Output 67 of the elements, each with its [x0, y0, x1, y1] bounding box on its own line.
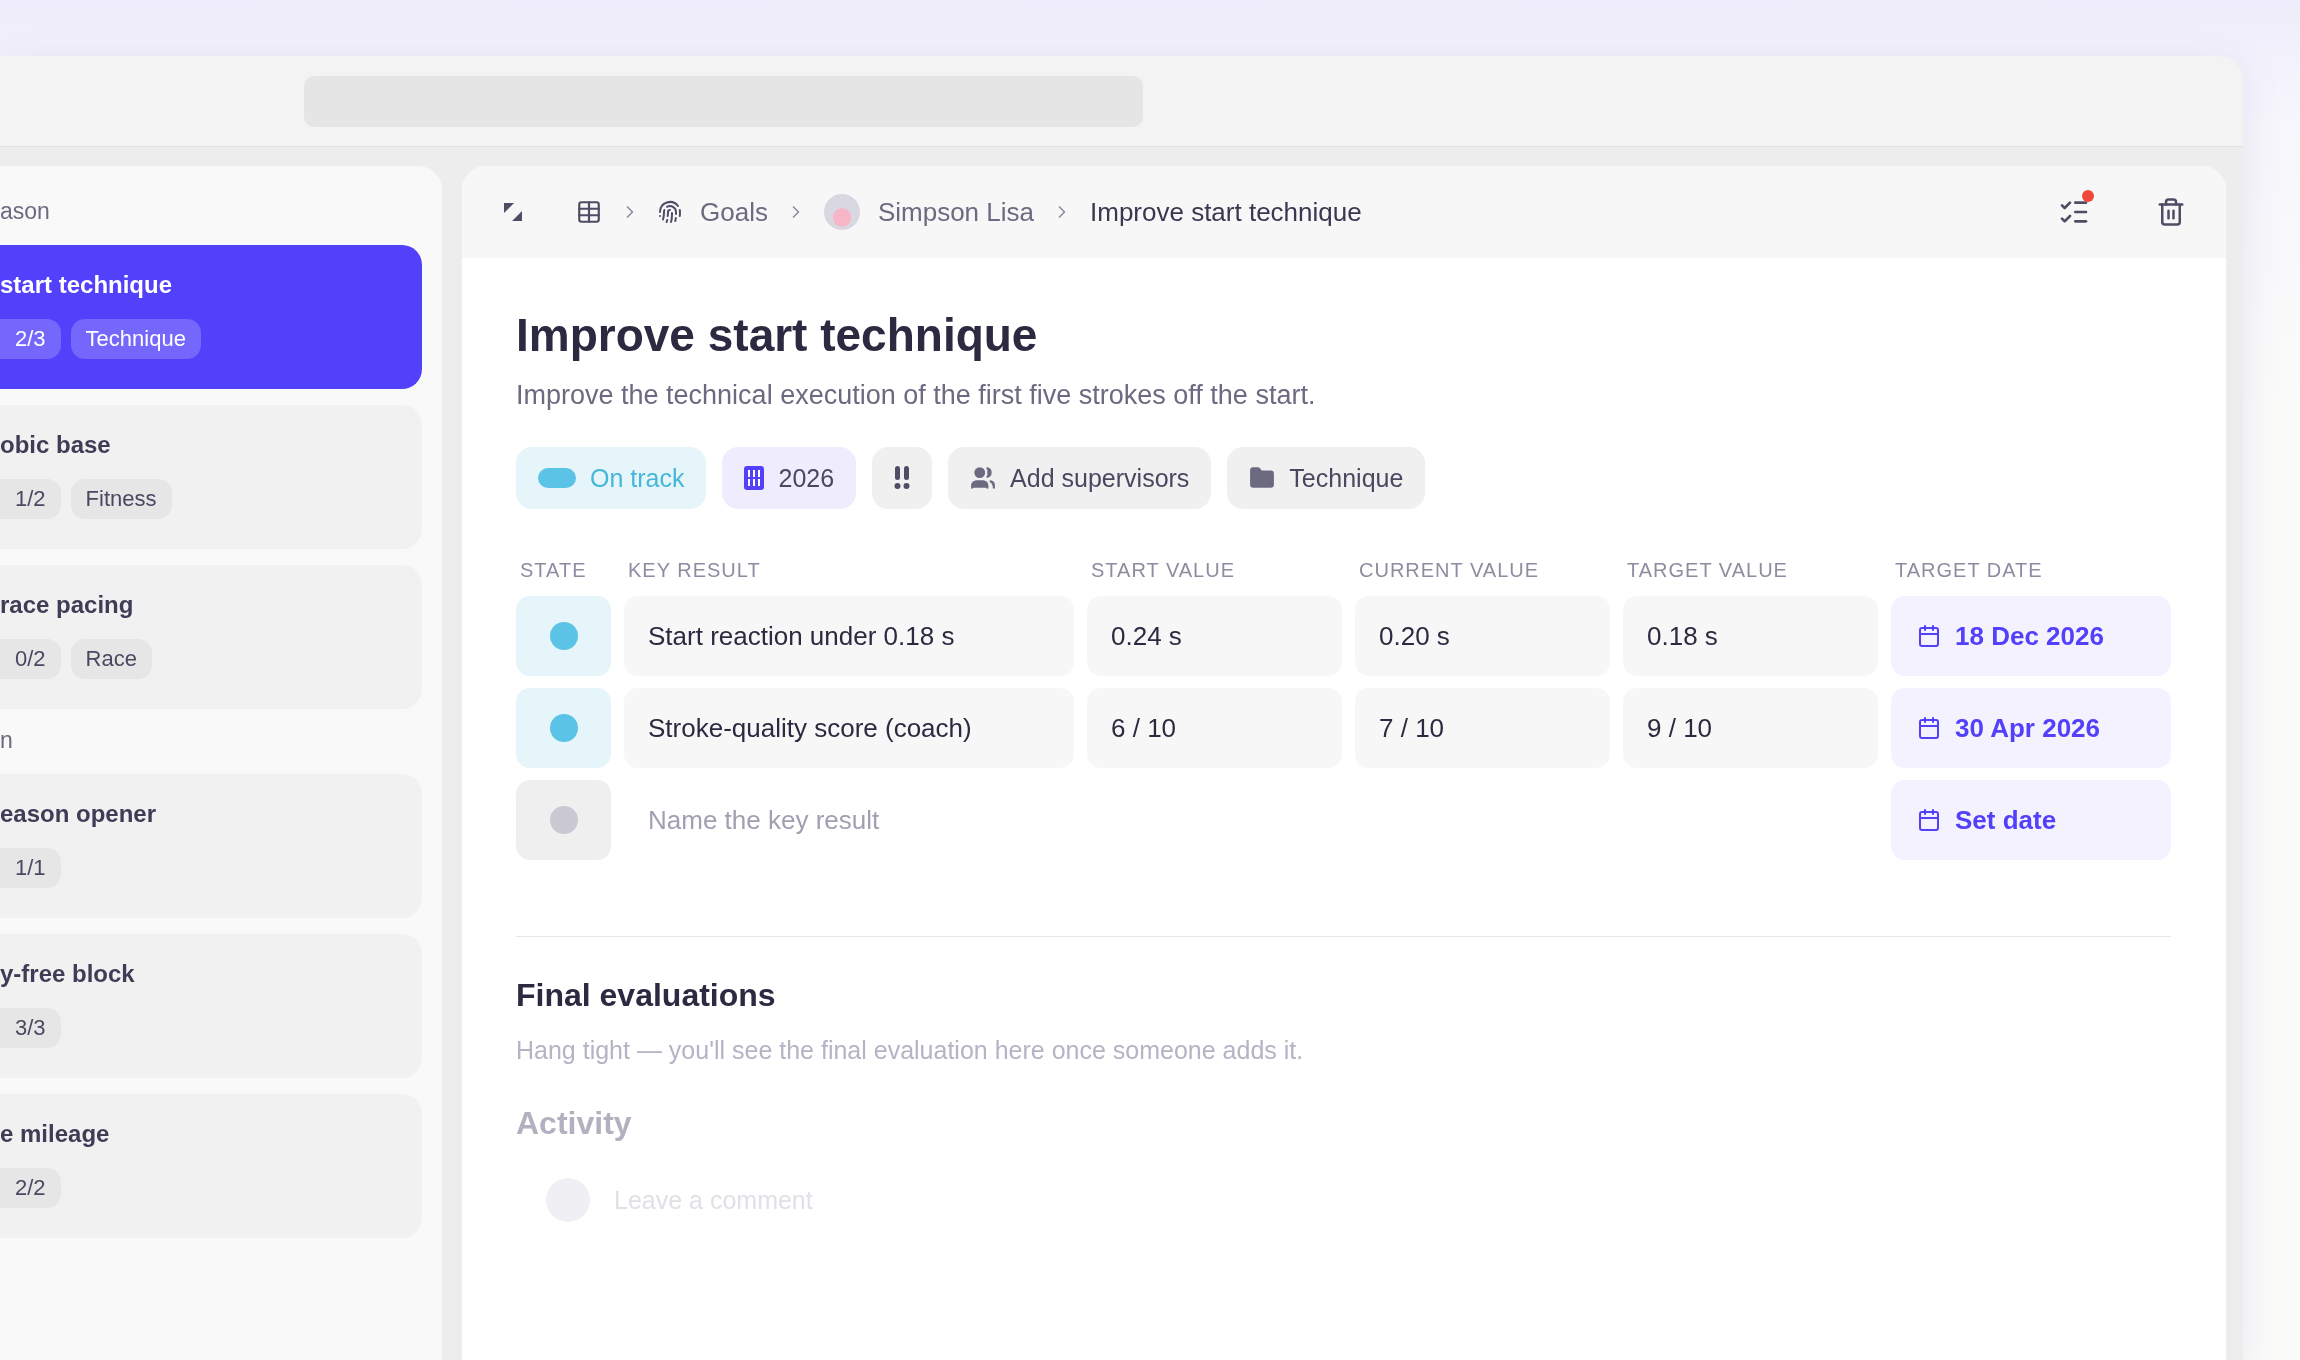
collapse-icon[interactable] [502, 201, 524, 223]
column-header: KEY RESULT [627, 559, 762, 582]
goal-tag: Technique [70, 319, 201, 359]
folder-icon [1249, 465, 1276, 491]
table-icon[interactable] [576, 199, 602, 225]
date-button[interactable]: 30 Apr 2026 [1891, 688, 2171, 768]
start-value[interactable]: 0.24 s [1087, 596, 1342, 676]
progress-count: 1/1 [0, 848, 61, 888]
column-header: STATE [519, 559, 588, 582]
priority-chip[interactable] [872, 447, 933, 509]
calendar-grid-icon [744, 466, 765, 490]
goal-card[interactable]: start technique 2/3 Technique [0, 245, 422, 389]
breadcrumb-link[interactable]: Improve start technique [1090, 196, 1362, 228]
delete-icon[interactable] [2156, 197, 2186, 227]
goal-title: race pacing [0, 591, 135, 619]
key-result-name[interactable]: Stroke-quality score (coach) [624, 688, 1074, 768]
category-chip[interactable]: Technique [1227, 447, 1426, 509]
goal-tag: Fitness [70, 479, 172, 519]
goal-description: Improve the technical execution of the first five strokes off the start. [516, 380, 1317, 411]
date-button[interactable]: Set date [1891, 780, 2171, 860]
section-label: ason [0, 197, 51, 226]
section-heading: Final evaluations [516, 977, 777, 1014]
section-label: n [0, 726, 14, 755]
goal-card[interactable]: obic base 1/2 Fitness [0, 405, 422, 549]
column-header: START VALUE [1090, 559, 1236, 582]
column-header: CURRENT VALUE [1358, 559, 1541, 582]
goal-title: e mileage [0, 1120, 111, 1148]
start-value[interactable]: 6 / 10 [1087, 688, 1342, 768]
goal-title: obic base [0, 431, 112, 459]
calendar-icon [1917, 808, 1941, 832]
fingerprint-icon [658, 200, 682, 224]
date-button[interactable]: 18 Dec 2026 [1891, 596, 2171, 676]
state-cell[interactable] [516, 596, 611, 676]
key-result-name[interactable]: Start reaction under 0.18 s [624, 596, 1074, 676]
calendar-icon [1917, 624, 1941, 648]
breadcrumb-link[interactable]: Goals [700, 196, 768, 228]
progress-count: 0/2 [0, 639, 61, 679]
supervisors-chip[interactable]: Add supervisors [948, 447, 1212, 509]
section-heading: Activity [516, 1105, 633, 1142]
priority-icon [894, 466, 911, 490]
progress-count: 2/2 [0, 1168, 61, 1208]
target-value[interactable]: 0.18 s [1623, 596, 1878, 676]
goal-title: y-free block [0, 960, 136, 988]
column-header: TARGET VALUE [1626, 559, 1789, 582]
goal-tag: Race [70, 639, 152, 679]
progress-count: 1/2 [0, 479, 61, 519]
column-header: TARGET DATE [1894, 559, 2044, 582]
current-value[interactable]: 0.20 s [1355, 596, 1610, 676]
target-value[interactable]: 9 / 10 [1623, 688, 1878, 768]
avatar [823, 194, 860, 230]
state-cell[interactable] [516, 688, 611, 768]
goal-card[interactable]: y-free block 3/3 [0, 934, 422, 1078]
current-value[interactable]: 7 / 10 [1355, 688, 1610, 768]
progress-count: 2/3 [0, 319, 61, 359]
breadcrumb-link[interactable]: Simpson Lisa [877, 196, 1034, 228]
calendar-icon [1917, 716, 1941, 740]
goal-title: start technique [0, 271, 174, 299]
goal-card[interactable]: race pacing 0/2 Race [0, 565, 422, 709]
goal-title: eason opener [0, 800, 158, 828]
goal-card[interactable]: eason opener 1/1 [0, 774, 422, 918]
year-chip[interactable]: 2026 [722, 447, 857, 509]
progress-count: 3/3 [0, 1008, 61, 1048]
empty-message: Hang tight — you'll see the final evaluation here once someone adds it. [516, 1036, 1305, 1065]
people-icon [970, 465, 997, 491]
goal-heading: Improve start technique [516, 308, 1039, 362]
state-cell[interactable] [516, 780, 611, 860]
goal-card[interactable]: e mileage 2/2 [0, 1094, 422, 1238]
